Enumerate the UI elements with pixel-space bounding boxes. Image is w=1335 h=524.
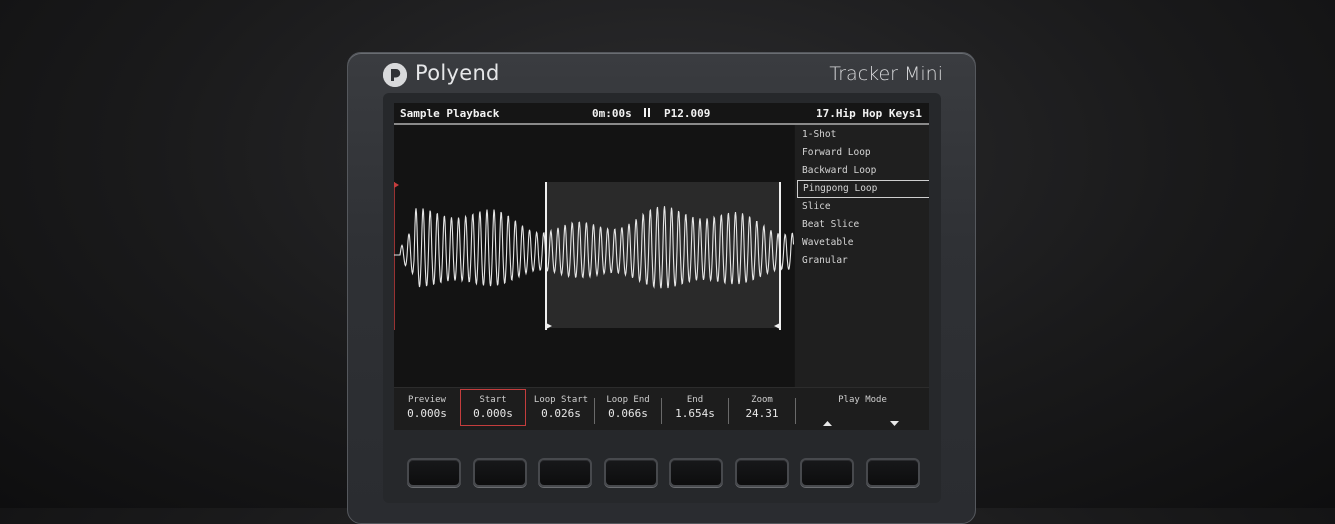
play-mode-item[interactable]: Forward Loop — [797, 145, 928, 161]
time-readout: 0m:00s — [592, 107, 632, 120]
function-key-7[interactable] — [800, 458, 854, 487]
play-mode-item[interactable]: Slice — [797, 199, 928, 215]
param-value: 0.000s — [473, 407, 513, 420]
pause-icon — [644, 107, 651, 120]
param-value: 24.31 — [745, 407, 779, 420]
pattern-number: P12.009 — [664, 107, 711, 120]
function-key-5[interactable] — [669, 458, 723, 487]
arrow-up-icon[interactable] — [823, 411, 832, 430]
param-preview[interactable]: Preview 0.000s — [394, 395, 460, 427]
function-key-8[interactable] — [866, 458, 920, 487]
param-play-mode[interactable]: Play Mode — [796, 395, 929, 427]
play-mode-item[interactable]: Beat Slice — [797, 217, 928, 233]
play-mode-item[interactable]: 1-Shot — [797, 127, 928, 143]
instrument-name: 17.Hip Hop Keys1 — [816, 107, 922, 120]
brand-name: Polyend — [415, 61, 500, 85]
waveform-view[interactable] — [394, 125, 795, 387]
param-label: Loop Start — [533, 395, 589, 405]
param-value: 0.066s — [608, 407, 648, 420]
param-start[interactable]: Start 0.000s — [460, 395, 526, 427]
display-screen: Sample Playback 0m:00s P12.009 17.Hip Ho… — [394, 103, 929, 430]
param-end[interactable]: End 1.654s — [662, 395, 728, 427]
play-mode-label: Play Mode — [838, 395, 887, 405]
play-mode-item-selected[interactable]: Pingpong Loop — [797, 180, 929, 198]
param-label: Preview — [408, 395, 446, 405]
screen-title: Sample Playback — [400, 107, 500, 120]
param-value: 0.000s — [407, 407, 447, 420]
function-key-3[interactable] — [538, 458, 592, 487]
function-key-2[interactable] — [473, 458, 527, 487]
model-name: Tracker Mini — [829, 63, 943, 85]
param-value: 1.654s — [675, 407, 715, 420]
param-label: Start — [479, 395, 507, 405]
screen-header: Sample Playback 0m:00s P12.009 17.Hip Ho… — [394, 103, 929, 123]
param-zoom[interactable]: Zoom 24.31 — [729, 395, 795, 427]
start-marker-flag — [394, 182, 399, 188]
play-mode-item[interactable]: Backward Loop — [797, 163, 928, 179]
arrow-down-icon[interactable] — [890, 411, 899, 430]
play-mode-item[interactable]: Granular — [797, 253, 928, 269]
play-mode-item[interactable]: Wavetable — [797, 235, 928, 251]
function-key-1[interactable] — [407, 458, 461, 487]
param-label: Zoom — [751, 395, 773, 405]
function-key-4[interactable] — [604, 458, 658, 487]
param-label: Loop End — [606, 395, 650, 405]
function-key-6[interactable] — [735, 458, 789, 487]
play-mode-list: 1-Shot Forward Loop Backward Loop Pingpo… — [795, 125, 929, 387]
parameter-bar: Preview 0.000s Start 0.000s Loop Start 0… — [394, 387, 929, 430]
param-label: End — [686, 395, 704, 405]
param-loop-start[interactable]: Loop Start 0.026s — [528, 395, 594, 427]
polyend-logo-icon — [383, 63, 407, 87]
transport-status: 0m:00s P12.009 — [592, 107, 710, 120]
param-value: 0.026s — [541, 407, 581, 420]
param-loop-end[interactable]: Loop End 0.066s — [595, 395, 661, 427]
